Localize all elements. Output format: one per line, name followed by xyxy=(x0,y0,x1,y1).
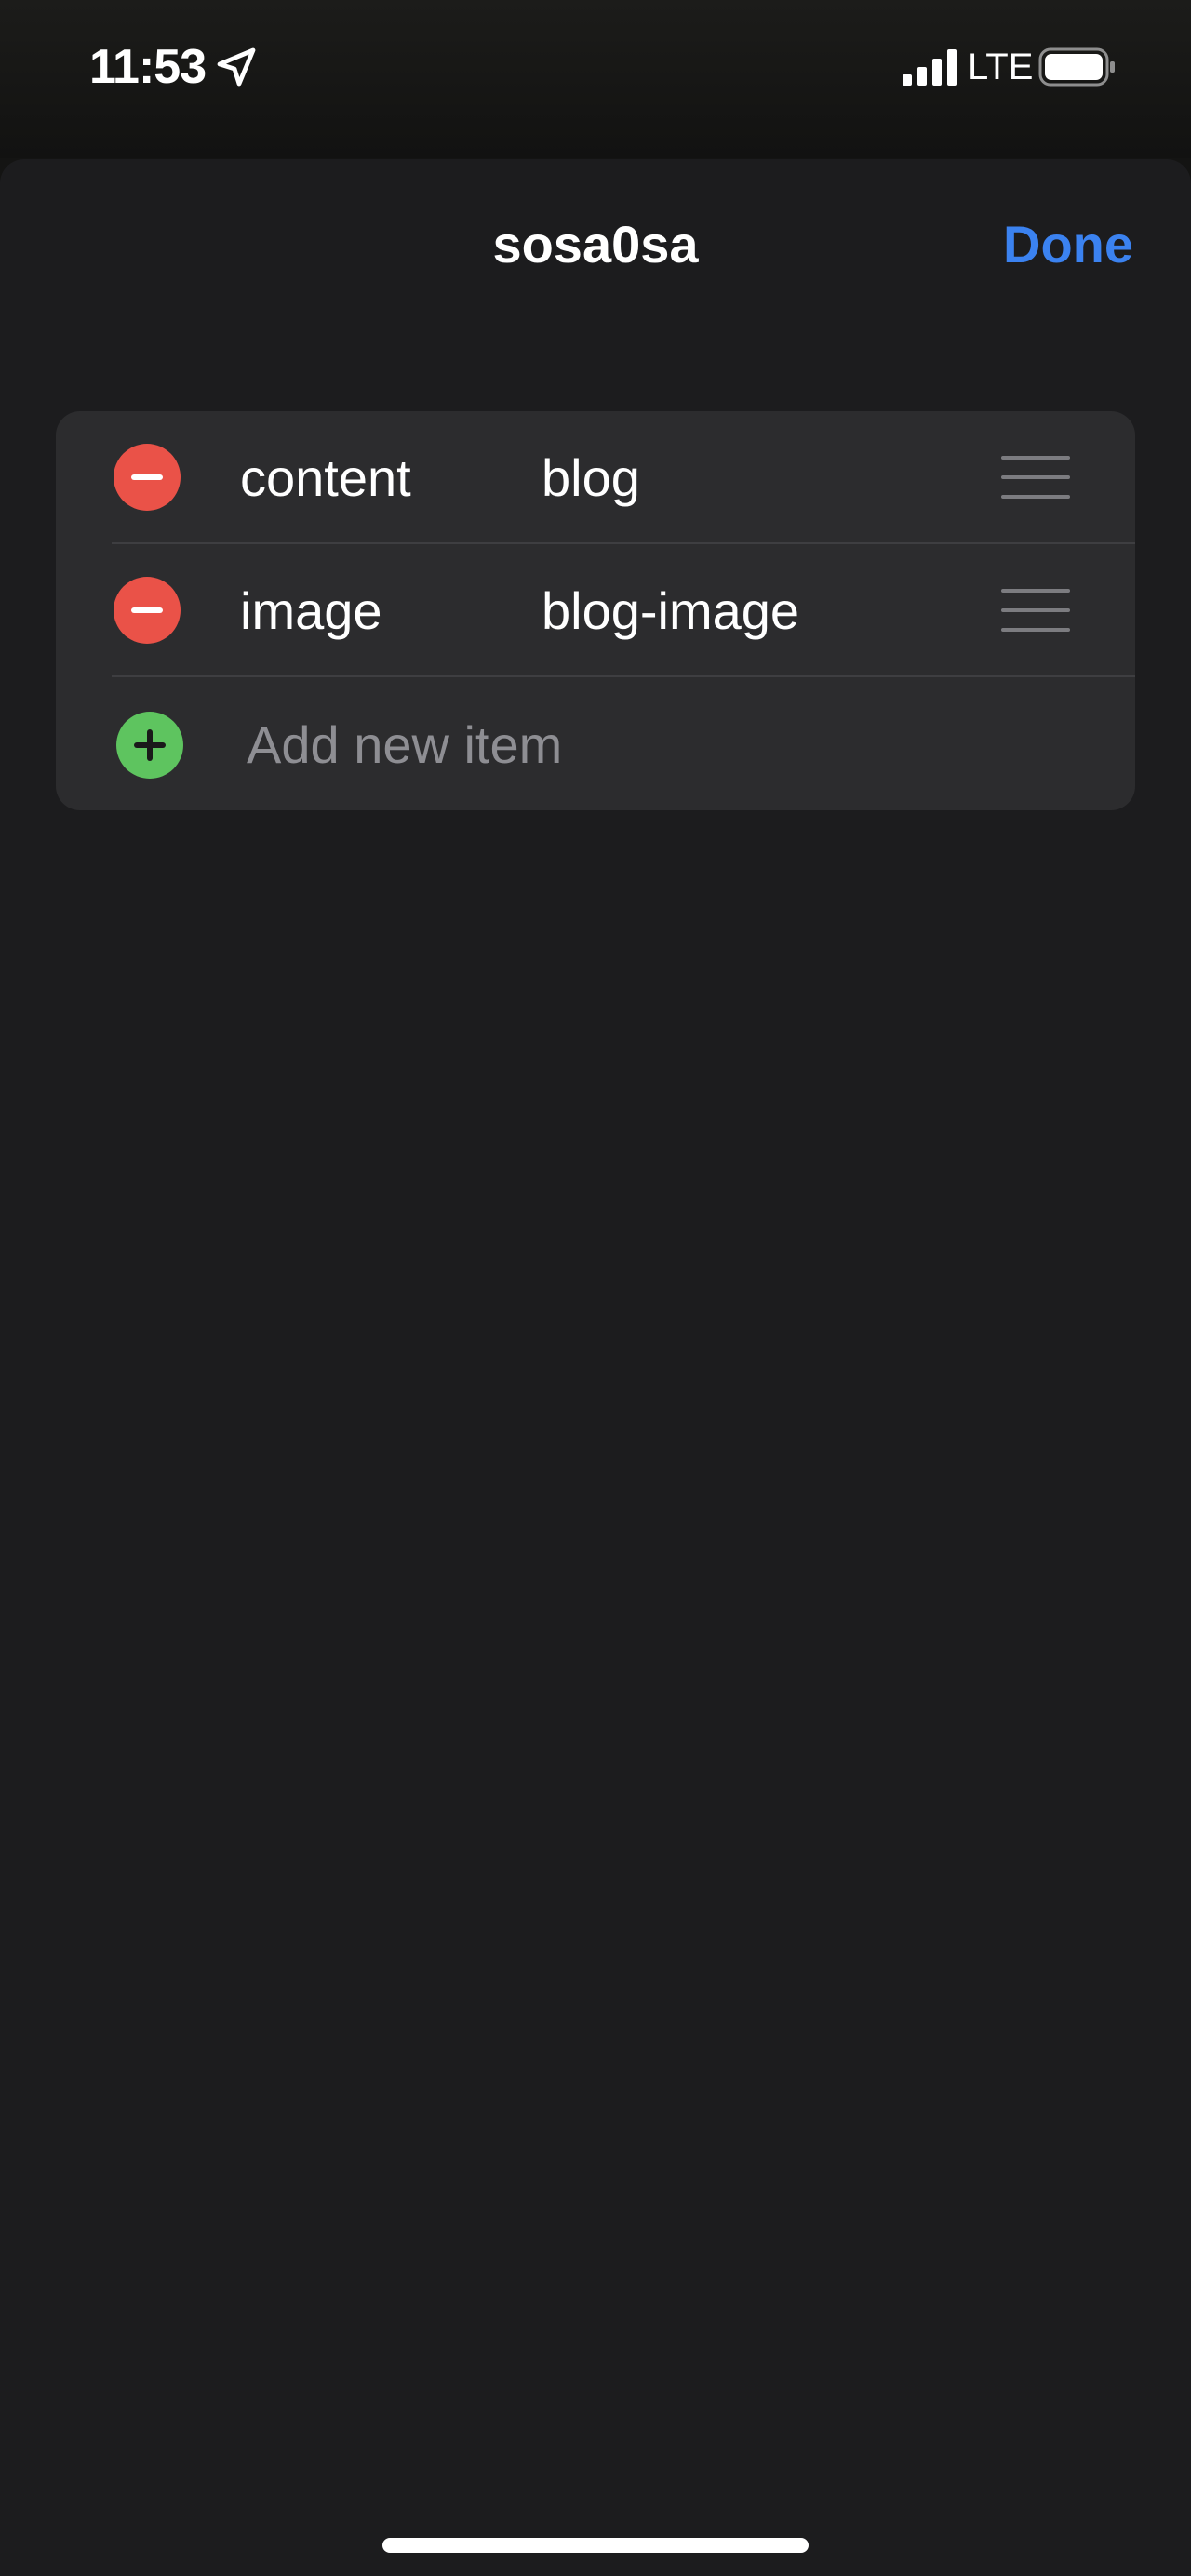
item-key[interactable]: content xyxy=(240,445,411,512)
item-key[interactable]: image xyxy=(240,578,382,645)
list-item: content blog xyxy=(56,411,1135,544)
network-type-label: LTE xyxy=(968,47,1034,87)
location-arrow-icon xyxy=(217,47,256,87)
item-list: content blog image blog-image xyxy=(56,411,1135,810)
item-value[interactable]: blog xyxy=(542,445,640,512)
cellular-signal-icon xyxy=(903,49,957,86)
item-value[interactable]: blog-image xyxy=(542,578,799,645)
remove-item-button[interactable] xyxy=(114,577,181,644)
edit-sheet: sosa0sa Done content blog image blog-ima… xyxy=(0,159,1191,2576)
minus-icon xyxy=(131,607,163,613)
minus-icon xyxy=(131,474,163,480)
list-item: image blog-image xyxy=(56,544,1135,677)
add-item-button[interactable] xyxy=(116,712,183,779)
remove-item-button[interactable] xyxy=(114,444,181,511)
add-item-input[interactable] xyxy=(247,711,1084,778)
reorder-handle-icon[interactable] xyxy=(1001,456,1070,499)
status-time: 11:53 xyxy=(89,40,207,94)
add-item-row xyxy=(56,677,1135,810)
home-indicator[interactable] xyxy=(382,2538,809,2553)
reorder-handle-icon[interactable] xyxy=(1001,589,1070,632)
status-bar: 11:53 LTE xyxy=(0,0,1191,158)
done-button[interactable]: Done xyxy=(1003,207,1133,282)
battery-icon xyxy=(1038,47,1115,87)
